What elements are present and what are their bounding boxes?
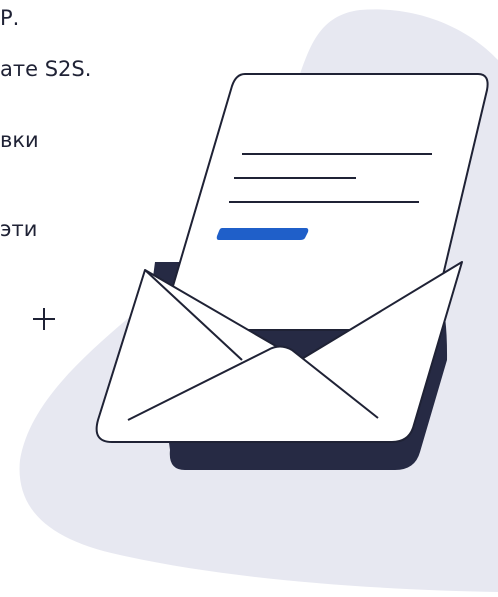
- text-fragment: вки: [0, 128, 39, 152]
- envelope-illustration: [19, 9, 498, 592]
- plus-icon[interactable]: [31, 306, 57, 332]
- text-fragment: ате S2S.: [0, 57, 92, 81]
- text-fragment: Р.: [0, 6, 20, 30]
- letter-blue-button: [216, 228, 309, 240]
- text-fragment: эти: [0, 217, 38, 241]
